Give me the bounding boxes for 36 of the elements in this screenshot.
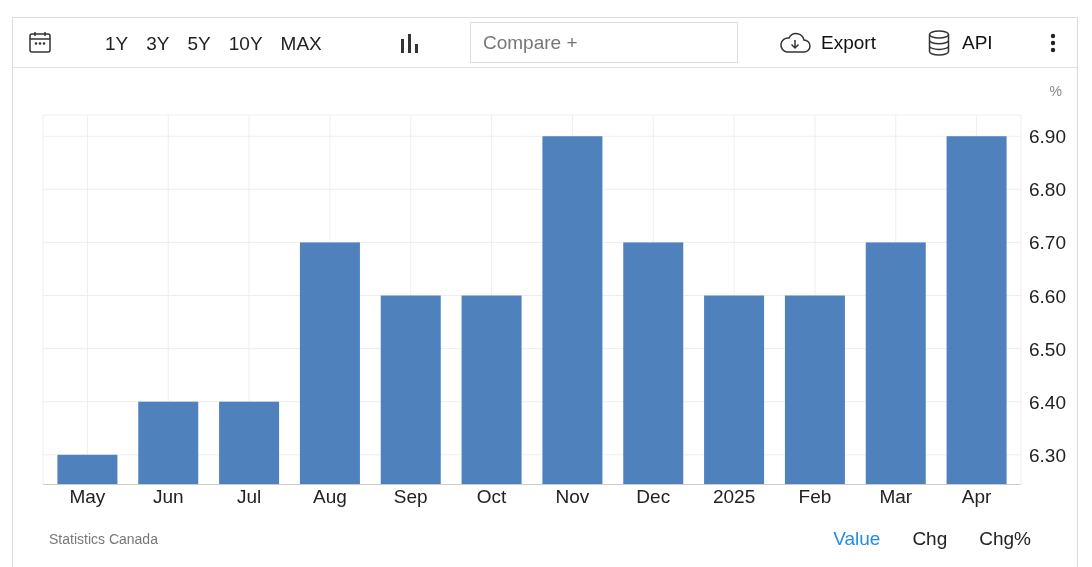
calendar-icon[interactable] (28, 30, 52, 54)
range-button[interactable]: 10Y (224, 30, 267, 56)
compare-field[interactable]: Compare + (470, 22, 738, 63)
range-button[interactable]: 3Y (142, 30, 174, 56)
axis-tick-label: 6.60 (1029, 285, 1066, 307)
axis-tick-label: 6.50 (1029, 338, 1066, 360)
axis-category-label: May (69, 486, 106, 507)
bar-chart-icon[interactable] (400, 33, 418, 53)
unit-label: % (1049, 83, 1062, 99)
axis-category-label: Dec (636, 486, 671, 507)
range-button[interactable]: 5Y (183, 30, 215, 56)
api-button[interactable]: API (928, 28, 993, 58)
database-icon (928, 30, 950, 56)
axis-category-label: Sep (393, 486, 428, 507)
mode-tab[interactable]: Chg (912, 525, 948, 554)
more-icon[interactable] (1050, 33, 1056, 53)
mode-tab[interactable]: Chg% (979, 525, 1031, 554)
axis-tick-label: 6.30 (1029, 444, 1066, 466)
source-label: Statistics Canada (49, 530, 158, 549)
axis-category-label: 2025 (712, 486, 756, 507)
axis-category-label: Apr (961, 486, 992, 507)
axis-tick-label: 6.40 (1029, 391, 1066, 413)
axis-category-label: Aug (313, 486, 347, 507)
range-button[interactable]: 1Y (101, 30, 133, 56)
axis-category-label: Jul (236, 486, 262, 507)
axis-category-label: Nov (555, 486, 590, 507)
axis-tick-label: 6.90 (1029, 126, 1066, 148)
range-button[interactable]: MAX (276, 30, 326, 56)
axis-category-label: Oct (476, 486, 507, 507)
cloud-download-icon (779, 32, 811, 54)
axis-category-label: Mar (879, 486, 913, 507)
export-button[interactable]: Export (779, 28, 876, 58)
axis-tick-label: 6.80 (1029, 179, 1066, 201)
axis-tick-label: 6.70 (1029, 232, 1066, 254)
axis-category-label: Feb (798, 486, 832, 507)
axis-category-label: Jun (152, 486, 184, 507)
